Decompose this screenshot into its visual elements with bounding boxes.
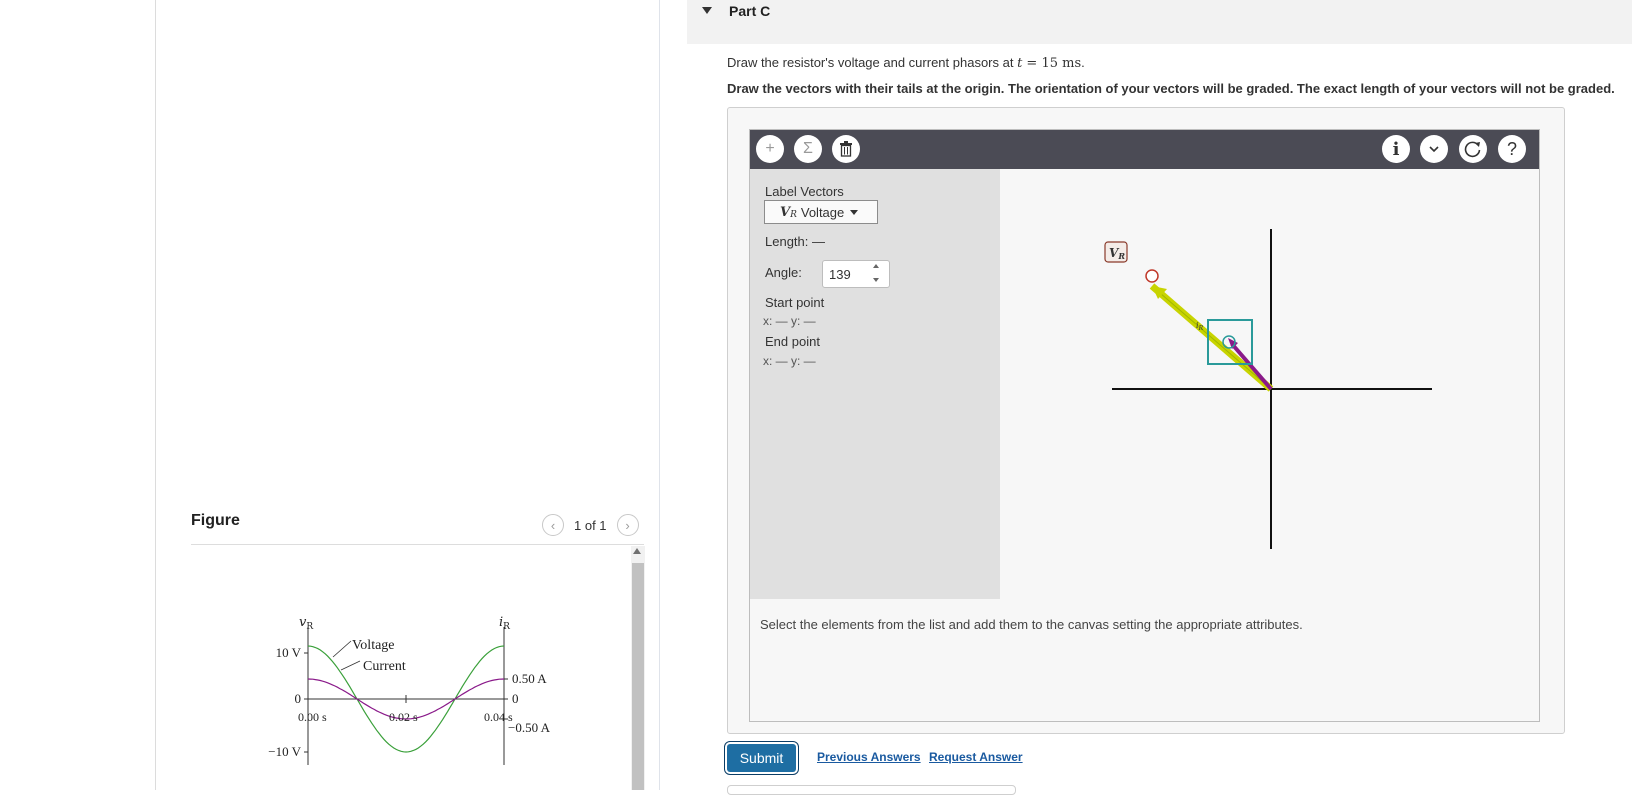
legend-voltage: Voltage (352, 638, 395, 653)
add-vector-button[interactable]: + (756, 135, 784, 163)
current-pointer (340, 660, 361, 671)
chevron-right-icon: › (625, 517, 630, 533)
feedback-box (727, 785, 1016, 795)
right-tick-label: −0.50 A (508, 720, 551, 735)
figure-divider (191, 544, 644, 545)
instruction-text: Draw the vectors with their tails at the… (727, 81, 1615, 96)
voltage-current-graph: vR iR 10 V 0 −10 V 0.50 A 0 −0.50 A 0.00… (268, 615, 551, 765)
end-point-coords: x: — y: — (763, 354, 816, 368)
end-point-label: End point (765, 334, 820, 349)
length-label: Length: — (765, 234, 825, 249)
scroll-up-arrow-icon[interactable] (633, 548, 641, 554)
caret-down-icon (850, 209, 859, 215)
collapse-caret-icon[interactable] (702, 7, 712, 14)
current-vector-label: iR (1196, 321, 1204, 332)
start-point-label: Start point (765, 295, 825, 310)
submit-button[interactable]: Submit (727, 744, 796, 772)
angle-decrement-icon[interactable] (873, 278, 879, 282)
chevron-left-icon: ‹ (550, 517, 556, 533)
figure-count: 1 of 1 (574, 517, 607, 533)
voltage-vector-end-handle[interactable] (1145, 269, 1159, 283)
trash-icon (840, 141, 852, 157)
tool-hint: Select the elements from the list and ad… (760, 617, 1303, 632)
previous-answers-link[interactable]: Previous Answers (817, 750, 921, 764)
figure-title: Figure (191, 512, 240, 529)
legend-current: Current (363, 659, 406, 674)
request-answer-link[interactable]: Request Answer (929, 750, 1023, 764)
angle-increment-icon[interactable] (873, 264, 879, 268)
sum-vector-button[interactable]: Σ (794, 135, 822, 163)
info-button[interactable]: i (1382, 135, 1410, 163)
part-title: Part C (729, 3, 771, 19)
left-tick-label: 10 V (276, 645, 302, 660)
help-icon: ? (1506, 138, 1517, 159)
time-tick-label: 0.02 s (389, 710, 418, 724)
column-divider (659, 0, 660, 790)
time-tick-label: 0.04 s (484, 710, 513, 724)
options-dropdown-button[interactable] (1420, 135, 1448, 163)
label-vectors-heading: Label Vectors (765, 184, 844, 199)
prev-figure-button[interactable]: ‹ (542, 514, 564, 536)
plus-icon: + (765, 140, 775, 157)
chevron-down-icon (1429, 146, 1439, 153)
help-button[interactable]: ? (1498, 135, 1526, 163)
vector-label-dropdown[interactable]: V R Voltage (764, 200, 878, 224)
vector-toolbar: + Σ i ? (750, 130, 1539, 169)
left-tick-label: −10 V (268, 744, 301, 759)
start-point-coords: x: — y: — (763, 314, 816, 328)
voltage-pointer (332, 640, 352, 658)
left-axis-label: vR (299, 615, 313, 632)
question-text: Draw the resistor's voltage and current … (727, 55, 1085, 71)
delete-button[interactable] (832, 135, 860, 163)
time-tick-label: 0.00 s (298, 710, 327, 724)
vector-canvas[interactable]: iR VR (1000, 169, 1539, 599)
part-header[interactable] (687, 0, 1632, 44)
info-icon: i (1392, 138, 1400, 160)
angle-input[interactable]: 139 (822, 260, 890, 288)
left-gutter-divider (155, 0, 156, 790)
reset-icon (1464, 141, 1481, 158)
voltage-vector-edge (1159, 292, 1272, 390)
next-figure-button[interactable]: › (616, 514, 639, 536)
reset-button[interactable] (1459, 135, 1487, 163)
right-tick-label: 0.50 A (512, 671, 547, 686)
angle-label: Angle: (765, 265, 802, 280)
left-tick-label: 0 (295, 691, 302, 706)
figure-pager: ‹ 1 of 1 › (542, 513, 639, 537)
figure-scroll-thumb[interactable] (632, 563, 644, 790)
right-tick-label: 0 (512, 691, 519, 706)
sigma-icon: Σ (803, 140, 813, 157)
right-axis-label: iR (499, 615, 510, 632)
